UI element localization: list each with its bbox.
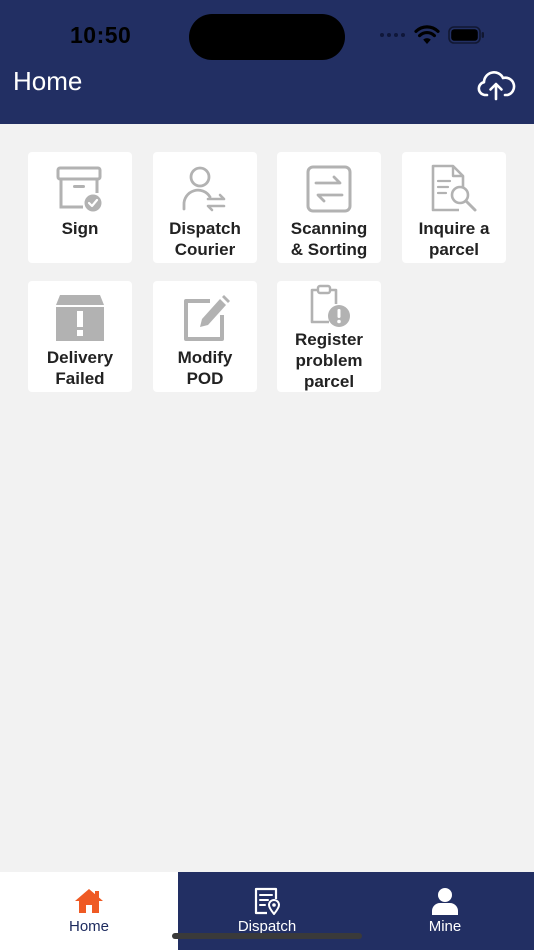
home-icon [75,889,103,913]
tile-label: Scanning & Sorting [290,219,368,259]
box-alert-icon [56,295,104,341]
cloud-upload-button[interactable] [476,66,516,102]
swap-arrows-icon [306,165,352,213]
register-problem-parcel-tile[interactable]: Register problem parcel [277,281,381,392]
home-indicator [172,933,362,939]
inquire-parcel-tile[interactable]: Inquire a parcel [402,152,506,263]
sign-tile[interactable]: Sign [28,152,132,263]
battery-icon [448,26,484,44]
wifi-icon [414,25,440,44]
tile-label: Dispatch Courier [169,219,241,259]
app-header: 10:50 Home [0,0,534,124]
modify-pod-tile[interactable]: Modify POD [153,281,257,392]
tab-label: Mine [428,918,462,935]
delivery-failed-tile[interactable]: Delivery Failed [28,281,132,392]
cloud-upload-icon [477,71,516,101]
edit-icon [184,295,230,341]
dynamic-island [189,14,345,60]
scanning-sorting-tile[interactable]: Scanning & Sorting [277,152,381,263]
dispatch-doc-icon [254,887,281,915]
tab-label: Home [68,918,109,935]
tile-label: Sign [61,219,99,238]
status-time: 10:50 [70,22,132,48]
clipboard-alert-icon [310,284,350,327]
document-search-icon [431,164,477,212]
tile-label: Modify POD [177,348,233,388]
signal-dots-icon [380,33,405,37]
box-check-icon [56,166,102,212]
tile-label: Inquire a parcel [418,219,490,259]
tab-home[interactable]: Home [0,872,178,950]
tile-label: Register problem parcel [294,330,364,391]
tab-mine[interactable]: Mine [356,872,534,950]
tile-label: Delivery Failed [46,348,114,388]
person-transfer-icon [182,166,226,212]
page-title: Home [13,66,83,96]
user-icon [432,888,458,915]
dispatch-courier-tile[interactable]: Dispatch Courier [153,152,257,263]
